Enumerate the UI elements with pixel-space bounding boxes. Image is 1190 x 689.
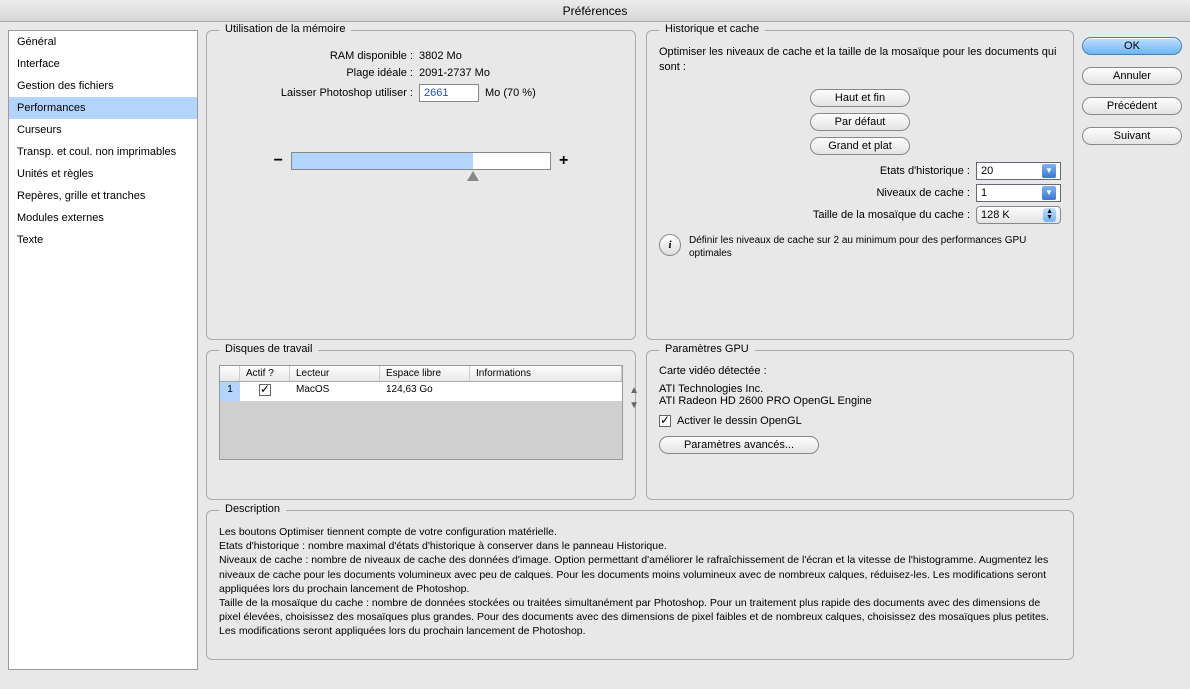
history-states-combo[interactable]: 20 ▼ bbox=[976, 162, 1061, 180]
chevron-down-icon: ▼ bbox=[1042, 186, 1056, 200]
tall-thin-button[interactable]: Haut et fin bbox=[810, 89, 910, 107]
table-header-active[interactable]: Actif ? bbox=[240, 366, 290, 381]
gpu-title: Paramètres GPU bbox=[659, 343, 755, 355]
history-group: Historique et cache Optimiser les niveau… bbox=[646, 30, 1074, 340]
move-up-icon[interactable]: ▲ bbox=[629, 385, 639, 396]
cache-tile-stepper[interactable]: 128 K ▲▼ bbox=[976, 206, 1061, 224]
sidebar-item-gestion-des-fichiers[interactable]: Gestion des fichiers bbox=[9, 75, 197, 97]
scratch-title: Disques de travail bbox=[219, 343, 318, 355]
let-use-label: Laisser Photoshop utiliser : bbox=[219, 87, 419, 99]
cache-levels-value: 1 bbox=[981, 187, 987, 199]
memory-slider[interactable] bbox=[291, 152, 551, 170]
history-states-value: 20 bbox=[981, 165, 993, 177]
slider-minus[interactable]: − bbox=[274, 152, 283, 170]
description-text: Les boutons Optimiser tiennent compte de… bbox=[219, 525, 1061, 638]
gpu-info-text: Définir les niveaux de cache sur 2 au mi… bbox=[689, 234, 1061, 260]
window-title: Préférences bbox=[0, 0, 1190, 22]
sidebar-item-curseurs[interactable]: Curseurs bbox=[9, 119, 197, 141]
cache-levels-label: Niveaux de cache : bbox=[876, 187, 970, 199]
ok-button[interactable]: OK bbox=[1082, 37, 1182, 55]
cache-tile-value: 128 K bbox=[981, 209, 1010, 221]
description-title: Description bbox=[219, 503, 286, 515]
sidebar-item-rep-res-grille-et-tranches[interactable]: Repères, grille et tranches bbox=[9, 185, 197, 207]
ram-available-value: 3802 Mo bbox=[419, 50, 623, 62]
cache-tile-label: Taille de la mosaïque du cache : bbox=[813, 209, 970, 221]
sidebar-item-interface[interactable]: Interface bbox=[9, 53, 197, 75]
table-header-free[interactable]: Espace libre bbox=[380, 366, 470, 381]
let-use-input[interactable] bbox=[419, 84, 479, 102]
gpu-detected-label: Carte vidéo détectée : bbox=[659, 365, 1061, 377]
sidebar-item-texte[interactable]: Texte bbox=[9, 229, 197, 251]
info-icon: i bbox=[659, 234, 681, 256]
free-cell: 124,63 Go bbox=[380, 382, 470, 401]
table-row[interactable]: 1 MacOS124,63 Go bbox=[220, 382, 622, 401]
memory-title: Utilisation de la mémoire bbox=[219, 23, 351, 35]
scratch-table: Actif ? Lecteur Espace libre Information… bbox=[219, 365, 623, 460]
slider-plus[interactable]: + bbox=[559, 152, 568, 170]
default-button[interactable]: Par défaut bbox=[810, 113, 910, 131]
let-use-suffix: Mo (70 %) bbox=[485, 87, 536, 99]
drive-cell: MacOS bbox=[290, 382, 380, 401]
history-states-label: Etats d'historique : bbox=[880, 165, 970, 177]
scratch-group: Disques de travail Actif ? Lecteur Espac… bbox=[206, 350, 636, 500]
info-cell bbox=[470, 382, 622, 401]
cancel-button[interactable]: Annuler bbox=[1082, 67, 1182, 85]
sidebar-item-g-n-ral[interactable]: Général bbox=[9, 31, 197, 53]
table-header-drive[interactable]: Lecteur bbox=[290, 366, 380, 381]
sidebar-item-modules-externes[interactable]: Modules externes bbox=[9, 207, 197, 229]
cache-levels-combo[interactable]: 1 ▼ bbox=[976, 184, 1061, 202]
ideal-range-label: Plage idéale : bbox=[219, 67, 419, 79]
slider-thumb-icon[interactable] bbox=[467, 171, 479, 181]
ideal-range-value: 2091-2737 Mo bbox=[419, 67, 623, 79]
sidebar-item-transp-et-coul-non-imprimables[interactable]: Transp. et coul. non imprimables bbox=[9, 141, 197, 163]
history-title: Historique et cache bbox=[659, 23, 765, 35]
gpu-group: Paramètres GPU Carte vidéo détectée : AT… bbox=[646, 350, 1074, 500]
row-number: 1 bbox=[220, 382, 240, 401]
active-checkbox[interactable] bbox=[259, 384, 271, 396]
gpu-vendor: ATI Technologies Inc. bbox=[659, 383, 1061, 395]
sidebar-item-performances[interactable]: Performances bbox=[9, 97, 197, 119]
advanced-settings-button[interactable]: Paramètres avancés... bbox=[659, 436, 819, 454]
description-group: Description Les boutons Optimiser tienne… bbox=[206, 510, 1074, 660]
table-header-info[interactable]: Informations bbox=[470, 366, 622, 381]
enable-opengl-checkbox[interactable] bbox=[659, 415, 671, 427]
stepper-arrows-icon: ▲▼ bbox=[1043, 208, 1056, 222]
gpu-card: ATI Radeon HD 2600 PRO OpenGL Engine bbox=[659, 395, 1061, 407]
previous-button[interactable]: Précédent bbox=[1082, 97, 1182, 115]
big-flat-button[interactable]: Grand et plat bbox=[810, 137, 910, 155]
sidebar-item-unit-s-et-r-gles[interactable]: Unités et règles bbox=[9, 163, 197, 185]
category-sidebar: GénéralInterfaceGestion des fichiersPerf… bbox=[8, 30, 198, 670]
memory-group: Utilisation de la mémoire RAM disponible… bbox=[206, 30, 636, 340]
ram-available-label: RAM disponible : bbox=[219, 50, 419, 62]
move-down-icon[interactable]: ▼ bbox=[629, 400, 639, 411]
chevron-down-icon: ▼ bbox=[1042, 164, 1056, 178]
next-button[interactable]: Suivant bbox=[1082, 127, 1182, 145]
enable-opengl-label: Activer le dessin OpenGL bbox=[677, 415, 802, 427]
table-header-num bbox=[220, 366, 240, 381]
history-intro: Optimiser les niveaux de cache et la tai… bbox=[659, 45, 1061, 76]
